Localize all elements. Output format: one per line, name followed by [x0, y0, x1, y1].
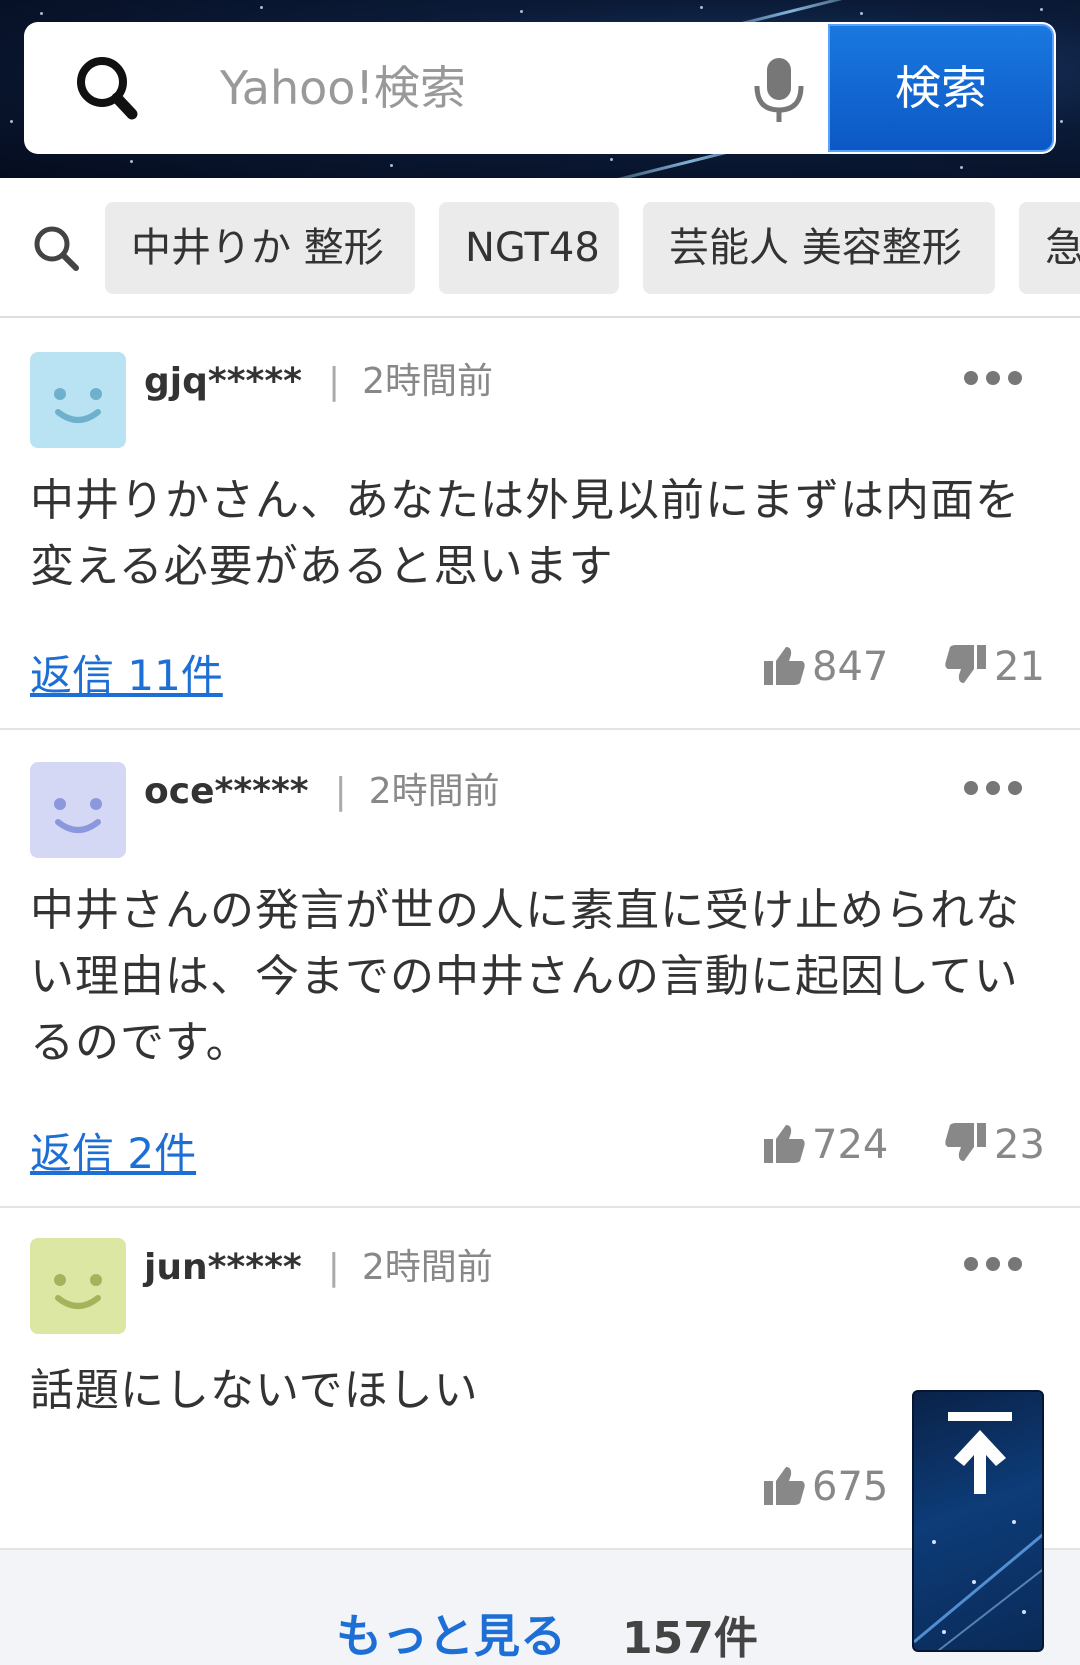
suggestion-bar: 中井りか 整形 NGT48 芸能人 美容整形 急 — [0, 178, 1080, 318]
comment-count: 157件 — [622, 1613, 758, 1664]
dislike-button[interactable]: 21 — [944, 644, 1045, 691]
search-header: Yahoo!検索 検索 — [0, 0, 1080, 178]
divider: | — [328, 361, 341, 402]
thumbs-up-icon — [764, 1467, 805, 1505]
search-box: Yahoo!検索 検索 — [24, 22, 1056, 154]
back-to-top-button[interactable] — [912, 1390, 1044, 1652]
comment-text: 中井さんの発言が世の人に素直に受け止められな い理由は、今までの中井さんの言動に… — [30, 885, 1020, 1068]
reply-link[interactable]: 返信 2件 — [30, 1120, 196, 1181]
more-options-icon[interactable] — [962, 1254, 1024, 1274]
username[interactable]: gjq***** — [144, 361, 302, 402]
comment-item: oce***** | 2時間前 中井さんの発言が世の人に素直に受け止められな い理由… — [0, 730, 1080, 1208]
search-input[interactable]: Yahoo!検索 — [220, 22, 466, 154]
avatar — [30, 1238, 126, 1334]
thumbs-up-icon — [764, 647, 805, 685]
like-button[interactable]: 847 — [762, 644, 888, 691]
search-icon — [30, 222, 82, 274]
comment-text: 中井りかさん、あなたは外見以前にまずは内面を 変える必要があると思います — [30, 475, 1020, 592]
arrow-up-icon — [948, 1412, 1012, 1494]
thumbs-down-icon — [945, 1123, 986, 1161]
dislike-button[interactable]: 23 — [944, 1122, 1045, 1169]
suggestion-chip[interactable]: 芸能人 美容整形 — [643, 202, 995, 294]
like-button[interactable]: 724 — [762, 1122, 888, 1169]
search-icon — [72, 54, 162, 124]
suggestion-chip[interactable]: 急 — [1019, 202, 1080, 294]
thumbs-up-icon — [764, 1125, 805, 1163]
more-options-icon[interactable] — [962, 778, 1024, 798]
more-button[interactable]: もっと見る — [336, 1600, 566, 1665]
timestamp: 2時間前 — [361, 1247, 493, 1288]
suggestion-chip[interactable]: 中井りか 整形 — [105, 202, 415, 294]
comment-text: 話題にしないでほしい — [30, 1365, 479, 1416]
avatar — [30, 762, 126, 858]
mic-icon[interactable] — [749, 56, 809, 126]
suggestion-chip[interactable]: NGT48 — [439, 202, 619, 294]
timestamp: 2時間前 — [368, 771, 500, 812]
divider: | — [334, 771, 347, 812]
timestamp: 2時間前 — [362, 361, 494, 402]
avatar — [30, 352, 126, 448]
search-button[interactable]: 検索 — [828, 24, 1054, 152]
username[interactable]: jun***** — [144, 1247, 302, 1288]
more-options-icon[interactable] — [962, 368, 1024, 388]
thumbs-down-icon — [945, 645, 986, 683]
comment-item: gjq***** | 2時間前 中井りかさん、あなたは外見以前にまずは内面を 変える… — [0, 320, 1080, 730]
username[interactable]: oce***** — [144, 771, 309, 812]
reply-link[interactable]: 返信 11件 — [30, 642, 223, 703]
like-button[interactable]: 675 — [762, 1464, 888, 1511]
divider: | — [327, 1247, 340, 1288]
